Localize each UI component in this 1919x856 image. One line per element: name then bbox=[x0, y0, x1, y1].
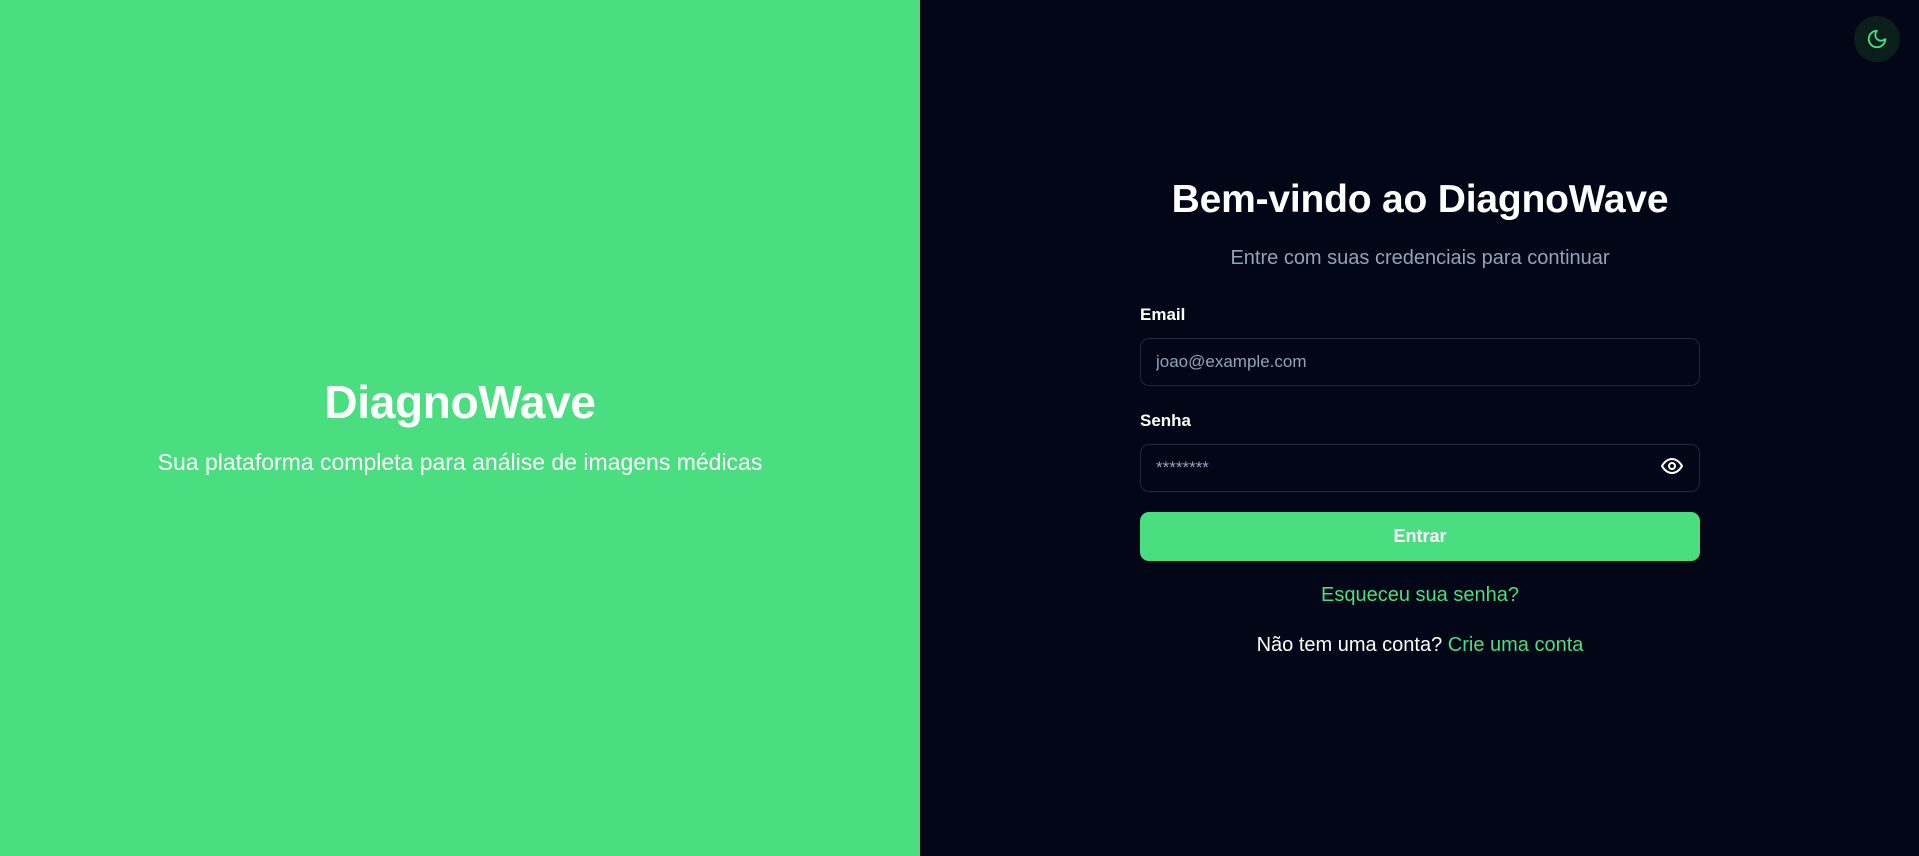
signup-prompt: Não tem uma conta? bbox=[1256, 634, 1443, 656]
login-panel: Bem-vindo ao DiagnoWave Entre com suas c… bbox=[920, 0, 1919, 856]
login-form: Bem-vindo ao DiagnoWave Entre com suas c… bbox=[1140, 172, 1700, 657]
signup-line: Não tem uma conta? Crie uma conta bbox=[1140, 633, 1700, 657]
theme-toggle-button[interactable] bbox=[1854, 16, 1900, 62]
password-label: Senha bbox=[1140, 411, 1192, 430]
signup-link[interactable]: Crie uma conta bbox=[1448, 634, 1584, 656]
login-subtitle: Entre com suas credenciais para continua… bbox=[1230, 247, 1610, 269]
password-field-wrapper bbox=[1140, 444, 1700, 492]
email-field-wrapper bbox=[1140, 338, 1700, 386]
password-field[interactable] bbox=[1156, 458, 1684, 478]
submit-button[interactable]: Entrar bbox=[1140, 512, 1700, 561]
login-title: Bem-vindo ao DiagnoWave bbox=[1171, 178, 1669, 221]
email-field[interactable] bbox=[1156, 352, 1684, 372]
brand-panel: DiagnoWave Sua plataforma completa para … bbox=[0, 0, 920, 856]
brand-block: DiagnoWave Sua plataforma completa para … bbox=[0, 374, 920, 476]
email-label: Email bbox=[1140, 305, 1186, 324]
show-password-button[interactable] bbox=[1658, 454, 1686, 482]
eye-icon bbox=[1660, 454, 1684, 483]
forgot-password-link[interactable]: Esqueceu sua senha? bbox=[1140, 583, 1700, 607]
moon-icon bbox=[1866, 28, 1888, 50]
brand-title: DiagnoWave bbox=[324, 376, 596, 428]
login-page: DiagnoWave Sua plataforma completa para … bbox=[0, 0, 1919, 856]
brand-tagline: Sua plataforma completa para análise de … bbox=[157, 449, 763, 475]
